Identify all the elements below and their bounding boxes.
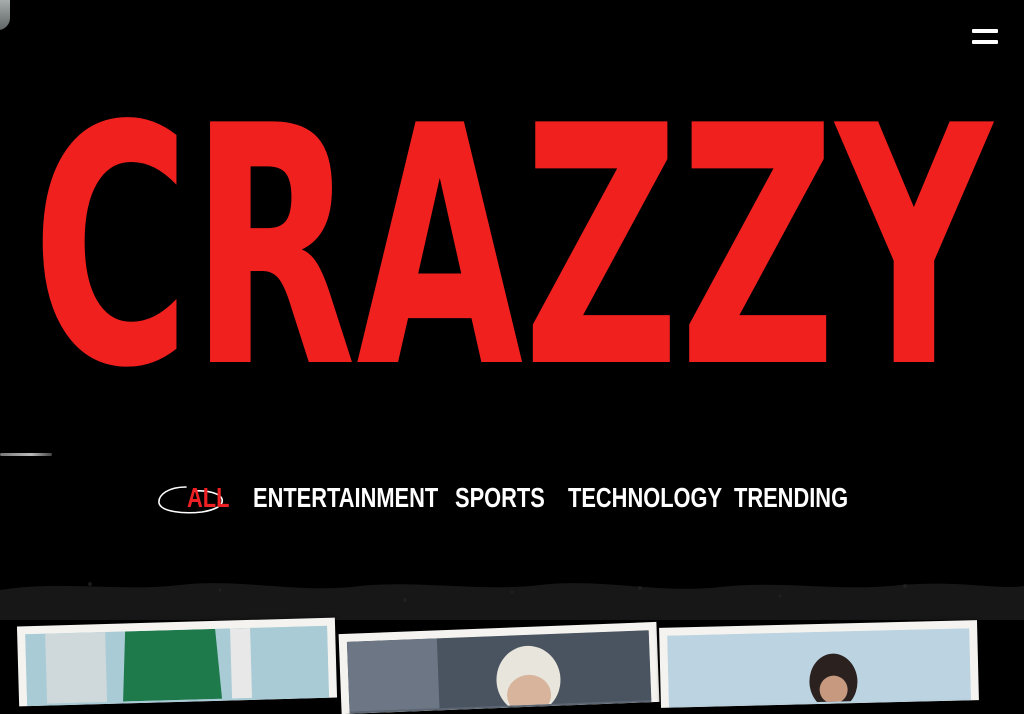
category-nav: ALL ENTERTAINMENT SPORTS TECHNOLOGY TREN… bbox=[0, 480, 1024, 520]
divider-mark bbox=[0, 453, 52, 456]
post-card[interactable] bbox=[338, 621, 660, 714]
grunge-texture bbox=[0, 582, 1024, 620]
tab-technology[interactable]: TECHNOLOGY bbox=[568, 482, 722, 514]
post-image bbox=[346, 630, 652, 714]
tab-all[interactable]: ALL bbox=[187, 482, 229, 514]
tab-trending[interactable]: TRENDING bbox=[734, 482, 848, 514]
hamburger-menu-icon-bar bbox=[972, 40, 998, 44]
hamburger-menu-icon bbox=[972, 29, 998, 33]
post-card[interactable] bbox=[16, 617, 338, 707]
post-image bbox=[667, 628, 971, 708]
menu-button[interactable] bbox=[968, 26, 1002, 50]
hero-title: CRAZZY bbox=[0, 76, 1024, 376]
post-image bbox=[25, 625, 330, 707]
tab-entertainment[interactable]: ENTERTAINMENT bbox=[253, 482, 438, 514]
hero-title-text: CRAZZY bbox=[32, 76, 994, 376]
corner-decoration bbox=[0, 0, 10, 30]
tab-sports[interactable]: SPORTS bbox=[455, 482, 545, 514]
post-card[interactable] bbox=[659, 620, 979, 708]
